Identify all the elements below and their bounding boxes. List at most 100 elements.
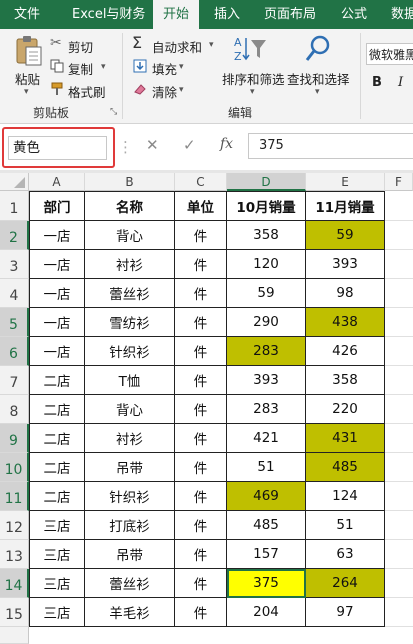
cell-c10[interactable]: 件: [175, 453, 227, 482]
cell-c11[interactable]: 件: [175, 482, 227, 511]
cell-d13[interactable]: 157: [227, 540, 306, 569]
cell-c12[interactable]: 件: [175, 511, 227, 540]
cell-e4[interactable]: 98: [306, 279, 385, 308]
tab-page-layout[interactable]: 页面布局: [264, 0, 316, 29]
cell-a15[interactable]: 三店: [29, 598, 85, 627]
row-header-8[interactable]: 8: [0, 395, 29, 424]
cell-c6[interactable]: 件: [175, 337, 227, 366]
enter-icon[interactable]: ✓: [183, 136, 196, 154]
cell-a8[interactable]: 二店: [29, 395, 85, 424]
tab-home[interactable]: 开始: [153, 0, 199, 29]
row-header-12[interactable]: 12: [0, 511, 29, 540]
cell-e5[interactable]: 438: [306, 308, 385, 337]
insert-function-icon[interactable]: fx: [220, 136, 233, 152]
cell-e9[interactable]: 431: [306, 424, 385, 453]
row-header-9[interactable]: 9: [0, 424, 29, 453]
cell-d9[interactable]: 421: [227, 424, 306, 453]
row-header-1[interactable]: 1: [0, 191, 29, 221]
row-header-6[interactable]: 6: [0, 337, 29, 366]
cell-b7[interactable]: T恤: [85, 366, 175, 395]
cell-e15[interactable]: 97: [306, 598, 385, 627]
cell-a3[interactable]: 一店: [29, 250, 85, 279]
bold-button[interactable]: B: [372, 75, 382, 90]
cell-c3[interactable]: 件: [175, 250, 227, 279]
cell-d8[interactable]: 283: [227, 395, 306, 424]
cell-e13[interactable]: 63: [306, 540, 385, 569]
cell-b15[interactable]: 羊毛衫: [85, 598, 175, 627]
cell-d4[interactable]: 59: [227, 279, 306, 308]
cell-e10[interactable]: 485: [306, 453, 385, 482]
tab-excel-finance[interactable]: Excel与财务: [72, 0, 145, 29]
italic-button[interactable]: I: [398, 75, 403, 90]
cell-a9[interactable]: 二店: [29, 424, 85, 453]
cell-b10[interactable]: 吊带: [85, 453, 175, 482]
cell-d10[interactable]: 51: [227, 453, 306, 482]
cell-a5[interactable]: 一店: [29, 308, 85, 337]
tab-data[interactable]: 数据: [391, 0, 413, 29]
cell-b8[interactable]: 背心: [85, 395, 175, 424]
column-title-cell[interactable]: 名称: [85, 191, 175, 221]
cell-a4[interactable]: 一店: [29, 279, 85, 308]
cell-c5[interactable]: 件: [175, 308, 227, 337]
cell-c7[interactable]: 件: [175, 366, 227, 395]
select-all-corner[interactable]: [0, 173, 29, 191]
cell-e14[interactable]: 264: [306, 569, 385, 598]
tab-file[interactable]: 文件: [14, 0, 40, 29]
cell-b4[interactable]: 蕾丝衫: [85, 279, 175, 308]
cell-e7[interactable]: 358: [306, 366, 385, 395]
cell-d2[interactable]: 358: [227, 221, 306, 250]
cell-c2[interactable]: 件: [175, 221, 227, 250]
cell-c14[interactable]: 件: [175, 569, 227, 598]
cell-b6[interactable]: 针织衫: [85, 337, 175, 366]
cell-e11[interactable]: 124: [306, 482, 385, 511]
column-title-cell[interactable]: 10月销量: [227, 191, 306, 221]
cell-e3[interactable]: 393: [306, 250, 385, 279]
cell-b11[interactable]: 针织衫: [85, 482, 175, 511]
column-header-a[interactable]: A: [29, 173, 85, 191]
cell-b5[interactable]: 雪纺衫: [85, 308, 175, 337]
cell-e8[interactable]: 220: [306, 395, 385, 424]
row-header-3[interactable]: 3: [0, 250, 29, 279]
cell-a11[interactable]: 二店: [29, 482, 85, 511]
row-header-2[interactable]: 2: [0, 221, 29, 250]
cell-d15[interactable]: 204: [227, 598, 306, 627]
more-options-icon[interactable]: ⋮: [118, 138, 133, 156]
cell-a14[interactable]: 三店: [29, 569, 85, 598]
cell-b9[interactable]: 衬衫: [85, 424, 175, 453]
row-header-7[interactable]: 7: [0, 366, 29, 395]
row-header-15[interactable]: 15: [0, 598, 29, 627]
column-header-f[interactable]: F: [385, 173, 413, 191]
cell-d12[interactable]: 485: [227, 511, 306, 540]
row-header-5[interactable]: 5: [0, 308, 29, 337]
cell-d11[interactable]: 469: [227, 482, 306, 511]
formula-input[interactable]: 375: [248, 133, 413, 159]
cell-b14[interactable]: 蕾丝衫: [85, 569, 175, 598]
cell-a2[interactable]: 一店: [29, 221, 85, 250]
cell-b12[interactable]: 打底衫: [85, 511, 175, 540]
cell-a13[interactable]: 三店: [29, 540, 85, 569]
cell-a6[interactable]: 一店: [29, 337, 85, 366]
cancel-icon[interactable]: ✕: [146, 136, 159, 154]
cell-c9[interactable]: 件: [175, 424, 227, 453]
cell-d14[interactable]: 375: [227, 569, 306, 598]
cell-d6[interactable]: 283: [227, 337, 306, 366]
row-header-14[interactable]: 14: [0, 569, 29, 598]
row-header-11[interactable]: 11: [0, 482, 29, 511]
row-header-empty[interactable]: [0, 627, 29, 644]
cell-d7[interactable]: 393: [227, 366, 306, 395]
column-header-e[interactable]: E: [306, 173, 385, 191]
cell-e12[interactable]: 51: [306, 511, 385, 540]
row-header-13[interactable]: 13: [0, 540, 29, 569]
column-header-c[interactable]: C: [175, 173, 227, 191]
column-title-cell[interactable]: 部门: [29, 191, 85, 221]
cell-b13[interactable]: 吊带: [85, 540, 175, 569]
font-name-select[interactable]: 微软雅黑: [366, 43, 413, 65]
cell-d3[interactable]: 120: [227, 250, 306, 279]
cell-a7[interactable]: 二店: [29, 366, 85, 395]
tab-insert[interactable]: 插入: [214, 0, 240, 29]
row-header-10[interactable]: 10: [0, 453, 29, 482]
cell-c4[interactable]: 件: [175, 279, 227, 308]
cell-e6[interactable]: 426: [306, 337, 385, 366]
cell-d5[interactable]: 290: [227, 308, 306, 337]
row-header-4[interactable]: 4: [0, 279, 29, 308]
